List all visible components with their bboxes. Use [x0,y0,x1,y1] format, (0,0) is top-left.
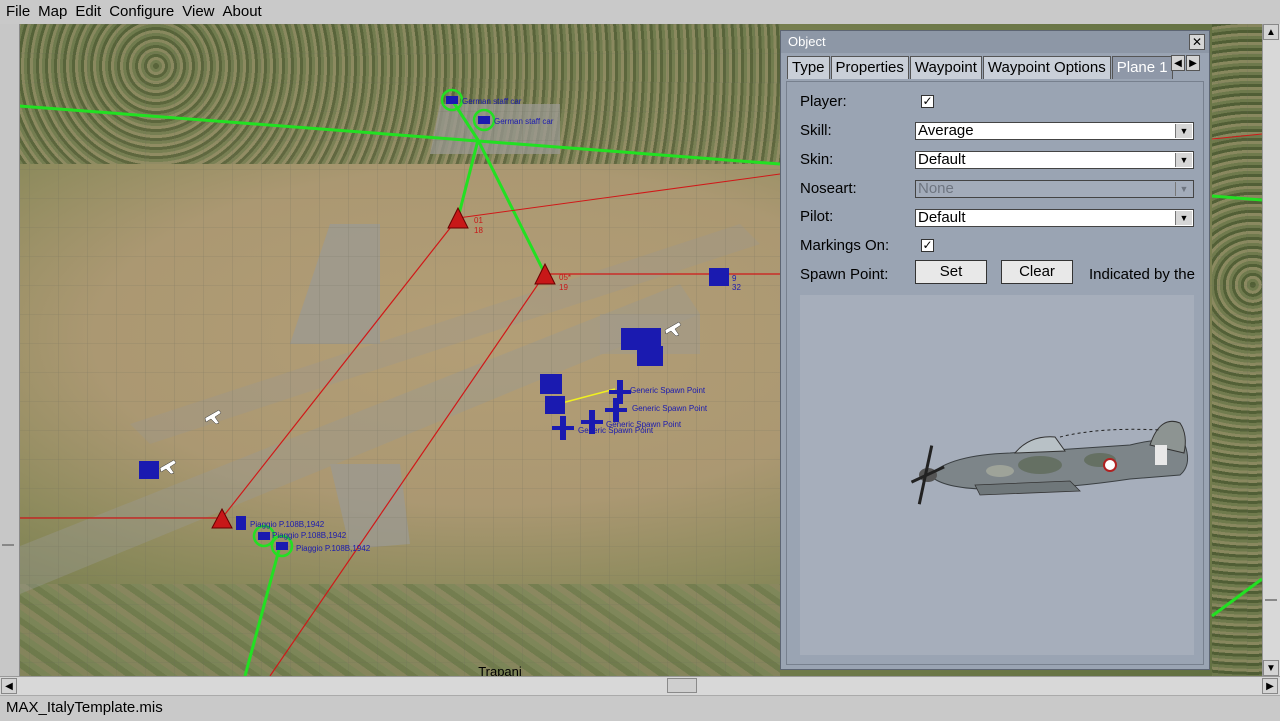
wp-b-top-label: 05* [559,273,571,282]
menu-edit[interactable]: Edit [71,0,105,24]
noseart-value: None [918,180,954,197]
tab-waypoint[interactable]: Waypoint [909,56,982,79]
markings-checkbox[interactable]: ✓ [921,239,934,252]
menu-map[interactable]: Map [34,0,71,24]
scroll-up-arrow-icon[interactable]: ▲ [1263,24,1279,40]
scroll-marker [1265,599,1277,601]
spawn-label-4: Generic Spawn Point [578,426,654,435]
menu-configure[interactable]: Configure [105,0,178,24]
scroll-down-arrow-icon[interactable]: ▼ [1263,660,1279,676]
skin-select[interactable]: Default ▼ [915,151,1194,169]
wp-a-bottom-label: 18 [474,226,483,235]
status-bar: MAX_ItalyTemplate.mis [0,695,1280,721]
map-grid [19,24,780,676]
markings-label: Markings On: [800,237,890,254]
left-ruler [0,24,20,676]
plane-icon-4 [276,542,288,550]
hangar-unit-3 [637,346,663,366]
flight-label-bottom-2: Piaggio P.108B,1942 [272,531,347,540]
status-filename: MAX_ItalyTemplate.mis [6,699,163,716]
flight-label-bottom-1: Piaggio P.108B,1942 [250,520,325,529]
menu-view[interactable]: View [178,0,218,24]
spawn-point-note: Indicated by the yellow [1089,266,1199,283]
flight-label-top-2: German staff car [494,117,554,126]
horizontal-scroll-thumb[interactable] [667,678,697,693]
plane-icon-1 [446,96,458,104]
menu-about[interactable]: About [219,0,266,24]
noseart-select: None ▼ [915,180,1194,198]
hangar-label-bottom: 32 [732,283,741,292]
aircraft-preview [800,295,1194,655]
hangar-unit-1 [709,268,729,286]
dialog-titlebar[interactable]: Object ✕ [781,31,1209,53]
pilot-select[interactable]: Default ▼ [915,209,1194,227]
clear-button[interactable]: Clear [1001,260,1073,284]
plane-icon-2 [478,116,490,124]
tab-scroll-right-icon[interactable]: ▶ [1186,55,1200,71]
object-dialog: Object ✕ Type Properties Waypoint Waypoi… [780,30,1210,670]
wp-a-top-label: 01 [474,216,483,225]
plane-1-panel: Player: ✓ Skill: Average ▼ Skin: Default… [786,81,1204,665]
town-label: Trapani [478,664,522,676]
tab-scroll-left-icon[interactable]: ◀ [1171,55,1185,71]
scroll-right-arrow-icon[interactable]: ▶ [1262,678,1278,694]
horizontal-scrollbar[interactable]: ◀ ▶ [0,676,1280,695]
close-icon[interactable]: ✕ [1189,34,1205,50]
skill-value: Average [918,122,974,139]
pilot-label: Pilot: [800,208,834,225]
spawn-label-1: Generic Spawn Point [630,386,706,395]
vehicle-unit-2 [545,396,565,414]
chevron-down-icon[interactable]: ▼ [1175,211,1192,225]
flight-label-top-1: German staff car [462,97,522,106]
dialog-tabs: Type Properties Waypoint Waypoint Option… [787,56,1174,80]
noseart-label: Noseart: [800,180,857,197]
tab-properties[interactable]: Properties [830,56,909,79]
skin-value: Default [918,151,966,168]
ruler-marker [2,544,14,546]
set-button[interactable]: Set [915,260,987,284]
skill-label: Skill: [800,122,832,139]
scroll-left-arrow-icon[interactable]: ◀ [1,678,17,694]
plane-icon-5 [236,516,246,530]
dialog-title: Object [788,34,826,49]
menu-file[interactable]: File [0,0,34,24]
map-grid-right [1210,24,1262,676]
vehicle-unit-3 [139,461,159,479]
tab-type[interactable]: Type [787,56,830,79]
tab-plane-1[interactable]: Plane 1 [1111,56,1173,79]
vertical-scrollbar[interactable]: ▲ ▼ [1262,24,1280,676]
tab-waypoint-options[interactable]: Waypoint Options [982,56,1111,79]
player-label: Player: [800,93,847,110]
pilot-value: Default [918,209,966,226]
flight-label-bottom-3: Piaggio P.108B,1942 [296,544,371,553]
tab-scroll-arrows: ◀ ▶ [1171,55,1201,71]
spawn-label-2: Generic Spawn Point [632,404,708,413]
player-checkbox[interactable]: ✓ [921,95,934,108]
spawn-point-label: Spawn Point: [800,266,889,283]
skill-select[interactable]: Average ▼ [915,122,1194,140]
aircraft-preview-image [910,420,1189,505]
chevron-down-icon[interactable]: ▼ [1175,153,1192,167]
hangar-label-top: 9 [732,274,737,283]
menu-bar: File Map Edit Configure View About [0,0,1280,24]
skin-label: Skin: [800,151,834,168]
chevron-down-icon[interactable]: ▼ [1175,124,1192,138]
wp-b-bottom-label: 19 [559,283,568,292]
plane-icon-3 [258,532,270,540]
vehicle-unit-1 [540,374,562,394]
chevron-down-icon: ▼ [1175,182,1192,196]
